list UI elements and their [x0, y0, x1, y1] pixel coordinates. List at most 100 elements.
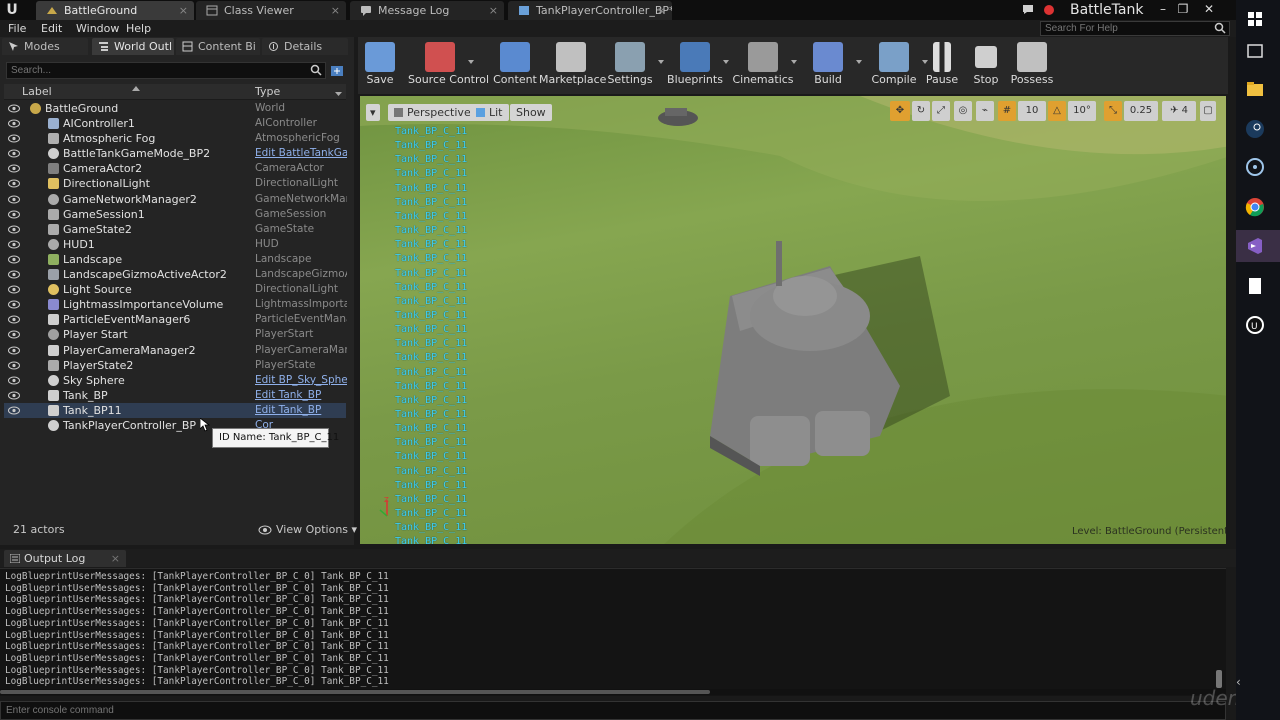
outliner-row[interactable]: BattleTankGameMode_BP2 Edit BattleTankGam: [4, 146, 347, 161]
visibility-eye-icon[interactable]: [8, 270, 20, 279]
outliner-row[interactable]: CameraActor2 CameraActor: [4, 161, 346, 176]
visibility-eye-icon[interactable]: [8, 195, 20, 204]
tab-output-log[interactable]: Output Log ×: [4, 550, 126, 567]
maximize-viewport-icon[interactable]: ▢: [1200, 101, 1216, 121]
menu-edit[interactable]: Edit: [41, 20, 62, 37]
chevron-down-icon[interactable]: [468, 60, 474, 64]
surface-snap-icon[interactable]: ⌁: [976, 101, 994, 121]
outliner-row[interactable]: Landscape Landscape: [4, 252, 346, 267]
grid-snap-icon[interactable]: #: [998, 101, 1016, 121]
source-control-button[interactable]: Source Control: [408, 40, 489, 92]
column-type-header[interactable]: Type: [255, 84, 280, 100]
console-command-input[interactable]: [0, 701, 1226, 720]
help-search-input[interactable]: [1040, 21, 1230, 36]
doc-tab-tank-player-controller[interactable]: TankPlayerController_BP* ×: [508, 1, 672, 20]
search-icon[interactable]: [1214, 22, 1226, 34]
edit-blueprint-link[interactable]: Edit Tank_BP: [255, 403, 347, 418]
visibility-eye-icon[interactable]: [8, 225, 20, 234]
outliner-row[interactable]: LandscapeGizmoActiveActor2 LandscapeGizmo…: [4, 267, 347, 282]
chrome-icon[interactable]: [1244, 196, 1266, 218]
visibility-eye-icon[interactable]: [8, 315, 20, 324]
tab-content-browser[interactable]: Content Bi: [176, 38, 260, 55]
rotation-snap-icon[interactable]: △: [1048, 101, 1066, 121]
outliner-row[interactable]: ParticleEventManager6 ParticleEventManage: [4, 312, 347, 327]
close-icon[interactable]: ×: [331, 1, 340, 20]
outliner-row[interactable]: HUD1 HUD: [4, 237, 346, 252]
close-icon[interactable]: ×: [489, 1, 498, 20]
cinematics-button[interactable]: Cinematics: [731, 40, 797, 92]
visibility-eye-icon[interactable]: [8, 149, 20, 158]
add-folder-icon[interactable]: [330, 63, 344, 77]
outliner-row[interactable]: AIController1 AIController: [4, 116, 346, 131]
outliner-row[interactable]: GameSession1 GameSession: [4, 207, 346, 222]
build-button[interactable]: Build: [796, 40, 862, 92]
unreal-engine-icon[interactable]: U: [1244, 314, 1266, 336]
sort-ascending-icon[interactable]: [132, 86, 140, 91]
visibility-eye-icon[interactable]: [8, 346, 20, 355]
perspective-button[interactable]: Perspective: [388, 104, 477, 121]
visibility-eye-icon[interactable]: [8, 300, 20, 309]
grid-snap-value[interactable]: 10: [1018, 101, 1046, 121]
outliner-row[interactable]: Tank_BP11 Edit Tank_BP: [4, 402, 347, 418]
scale-snap-icon[interactable]: ⤡: [1104, 101, 1122, 121]
camera-speed[interactable]: ✈ 4: [1162, 101, 1196, 121]
tab-modes[interactable]: Modes: [2, 38, 88, 55]
tab-details[interactable]: Details: [262, 38, 348, 55]
scale-snap-value[interactable]: 0.25: [1124, 101, 1158, 121]
marketplace-button[interactable]: Marketplace: [539, 40, 606, 92]
rotation-snap-value[interactable]: 10°: [1068, 101, 1096, 121]
doc-tab-message-log[interactable]: Message Log ×: [350, 1, 504, 20]
log-scroll-thumb[interactable]: [0, 690, 710, 694]
outliner-search-input[interactable]: [6, 62, 326, 79]
visibility-eye-icon[interactable]: [8, 255, 20, 264]
visibility-eye-icon[interactable]: [8, 134, 20, 143]
rotate-icon[interactable]: ↻: [912, 101, 930, 121]
outliner-row[interactable]: BattleGround World: [4, 101, 346, 116]
search-icon[interactable]: [310, 64, 322, 76]
tab-world-outliner[interactable]: World Outl: [92, 38, 174, 55]
close-icon[interactable]: ×: [111, 550, 120, 567]
doc-tab-class-viewer[interactable]: Class Viewer ×: [196, 1, 346, 20]
visibility-eye-icon[interactable]: [8, 119, 20, 128]
blueprints-button[interactable]: Blueprints: [663, 40, 729, 92]
network-app-icon[interactable]: [1244, 156, 1266, 178]
visibility-eye-icon[interactable]: [8, 210, 20, 219]
visibility-eye-icon[interactable]: [8, 104, 20, 113]
menu-window[interactable]: Window: [76, 20, 119, 37]
chevron-down-icon[interactable]: [723, 60, 729, 64]
column-label-header[interactable]: Label: [22, 84, 52, 100]
translate-icon[interactable]: ✥: [890, 101, 910, 121]
possess-button[interactable]: Possess: [1000, 40, 1064, 92]
task-view-icon[interactable]: [1244, 40, 1266, 62]
outliner-row[interactable]: PlayerCameraManager2 PlayerCameraManag: [4, 343, 347, 358]
visibility-eye-icon[interactable]: [8, 361, 20, 370]
outliner-row[interactable]: DirectionalLight DirectionalLight: [4, 176, 346, 191]
edit-blueprint-link[interactable]: Edit BattleTankGam: [255, 146, 347, 161]
world-space-icon[interactable]: ◎: [954, 101, 972, 121]
windows-start-icon[interactable]: [1244, 8, 1266, 30]
document-icon[interactable]: [1244, 275, 1266, 297]
edit-blueprint-link[interactable]: Edit Tank_BP: [255, 388, 347, 403]
outliner-row[interactable]: Tank_BP Edit Tank_BP: [4, 388, 346, 403]
visibility-eye-icon[interactable]: [8, 285, 20, 294]
visibility-eye-icon[interactable]: [8, 164, 20, 173]
outliner-row[interactable]: Light Source DirectionalLight: [4, 282, 346, 297]
show-button[interactable]: Show: [510, 104, 552, 121]
outliner-row[interactable]: Atmospheric Fog AtmosphericFog: [4, 131, 346, 146]
edit-blueprint-link[interactable]: Edit BP_Sky_Sphere: [255, 373, 347, 388]
visibility-eye-icon[interactable]: [8, 376, 20, 385]
outliner-row[interactable]: GameState2 GameState: [4, 222, 346, 237]
visual-studio-icon[interactable]: [1244, 235, 1266, 257]
settings-button[interactable]: Settings: [598, 40, 664, 92]
visibility-eye-icon[interactable]: [8, 240, 20, 249]
doc-tab-battleground[interactable]: BattleGround ×: [36, 1, 194, 20]
close-window-icon[interactable]: ✕: [1198, 0, 1220, 20]
view-options-button[interactable]: View Options ▾: [258, 522, 357, 538]
menu-file[interactable]: File: [8, 20, 26, 37]
menu-help[interactable]: Help: [126, 20, 151, 37]
visibility-eye-icon[interactable]: [8, 391, 20, 400]
content-button[interactable]: Content: [483, 40, 547, 92]
chevron-down-icon[interactable]: [335, 92, 342, 96]
chevron-left-icon[interactable]: ‹: [1236, 676, 1248, 688]
visibility-eye-icon[interactable]: [8, 179, 20, 188]
